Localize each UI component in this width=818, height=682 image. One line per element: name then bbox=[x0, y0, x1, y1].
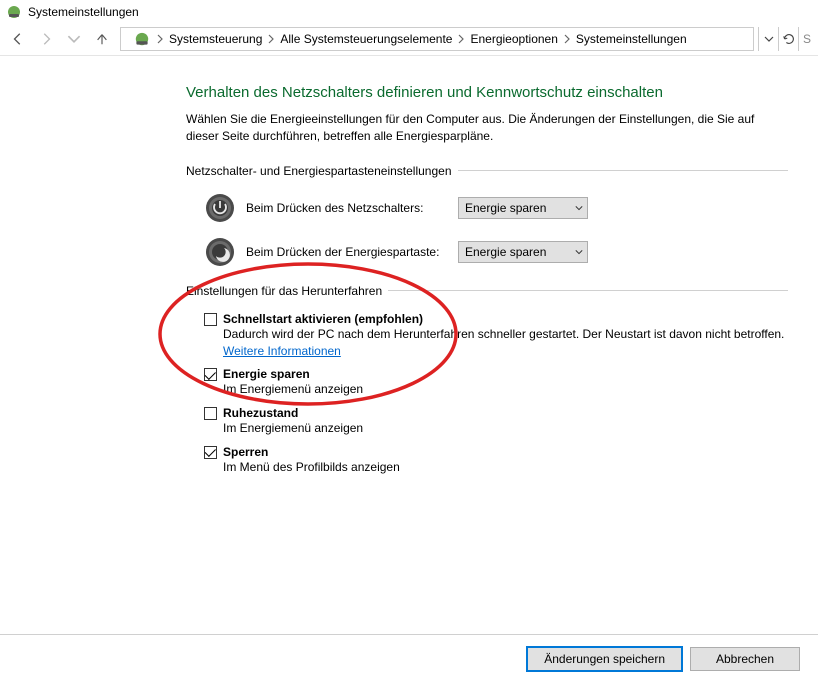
section-legend-label: Einstellungen für das Herunterfahren bbox=[186, 284, 382, 298]
chevron-down-icon bbox=[575, 204, 583, 212]
checkbox-description: Im Energiemenü anzeigen bbox=[223, 381, 788, 398]
checkbox-description: Dadurch wird der PC nach dem Herunterfah… bbox=[223, 326, 788, 360]
power-button-label: Beim Drücken des Netzschalters: bbox=[246, 201, 458, 215]
page-description: Wählen Sie die Energieeinstellungen für … bbox=[186, 111, 788, 146]
checkbox-label: Ruhezustand bbox=[223, 406, 298, 420]
chevron-down-icon bbox=[575, 248, 583, 256]
checkbox-description: Im Menü des Profilbilds anzeigen bbox=[223, 459, 788, 476]
sleep-item: Energie sparen Im Energiemenü anzeigen bbox=[204, 367, 788, 398]
chevron-right-icon bbox=[266, 34, 276, 44]
chevron-right-icon bbox=[456, 34, 466, 44]
hibernate-checkbox[interactable] bbox=[204, 407, 217, 420]
recent-dropdown-icon[interactable] bbox=[62, 27, 86, 51]
titlebar: Systemeinstellungen bbox=[0, 0, 818, 22]
breadcrumb-item[interactable]: Alle Systemsteuerungselemente bbox=[276, 32, 456, 46]
refresh-button[interactable] bbox=[778, 27, 798, 51]
power-button-icon bbox=[204, 192, 236, 224]
content-area: Verhalten des Netzschalters definieren u… bbox=[0, 56, 818, 476]
fast-startup-item: Schnellstart aktivieren (empfohlen) Dadu… bbox=[204, 312, 788, 360]
power-button-combo[interactable]: Energie sparen bbox=[458, 197, 588, 219]
chevron-right-icon bbox=[562, 34, 572, 44]
back-button[interactable] bbox=[6, 27, 30, 51]
address-dropdown-button[interactable] bbox=[758, 27, 778, 51]
fast-startup-checkbox[interactable] bbox=[204, 313, 217, 326]
navbar: Systemsteuerung Alle Systemsteuerungsele… bbox=[0, 22, 818, 56]
more-info-link[interactable]: Weitere Informationen bbox=[223, 344, 341, 358]
checkbox-label: Schnellstart aktivieren (empfohlen) bbox=[223, 312, 423, 326]
up-button[interactable] bbox=[90, 27, 114, 51]
breadcrumb[interactable]: Systemsteuerung Alle Systemsteuerungsele… bbox=[120, 27, 754, 51]
lock-item: Sperren Im Menü des Profilbilds anzeigen bbox=[204, 445, 788, 476]
save-button[interactable]: Änderungen speichern bbox=[527, 647, 682, 671]
sleep-button-row: Beim Drücken der Energiespartaste: Energ… bbox=[186, 236, 788, 268]
checkbox-label: Sperren bbox=[223, 445, 268, 459]
window-title: Systemeinstellungen bbox=[28, 5, 139, 19]
page-title: Verhalten des Netzschalters definieren u… bbox=[186, 84, 788, 101]
combo-value: Energie sparen bbox=[465, 201, 546, 215]
section-legend-label: Netzschalter- und Energiespartasteneinst… bbox=[186, 164, 452, 178]
lock-checkbox[interactable] bbox=[204, 446, 217, 459]
breadcrumb-item[interactable]: Systemeinstellungen bbox=[572, 32, 691, 46]
search-input[interactable]: S bbox=[798, 27, 814, 51]
sleep-button-label: Beim Drücken der Energiespartaste: bbox=[246, 245, 458, 259]
section-legend-power: Netzschalter- und Energiespartasteneinst… bbox=[186, 164, 788, 178]
sleep-button-icon bbox=[204, 236, 236, 268]
footer: Änderungen speichern Abbrechen bbox=[0, 634, 818, 682]
checkbox-description: Im Energiemenü anzeigen bbox=[223, 420, 788, 437]
cancel-button[interactable]: Abbrechen bbox=[690, 647, 800, 671]
power-button-row: Beim Drücken des Netzschalters: Energie … bbox=[186, 192, 788, 224]
combo-value: Energie sparen bbox=[465, 245, 546, 259]
hibernate-item: Ruhezustand Im Energiemenü anzeigen bbox=[204, 406, 788, 437]
checkbox-label: Energie sparen bbox=[223, 367, 310, 381]
forward-button[interactable] bbox=[34, 27, 58, 51]
sleep-button-combo[interactable]: Energie sparen bbox=[458, 241, 588, 263]
section-legend-shutdown: Einstellungen für das Herunterfahren bbox=[186, 284, 788, 298]
breadcrumb-item[interactable]: Systemsteuerung bbox=[165, 32, 266, 46]
breadcrumb-item[interactable]: Energieoptionen bbox=[466, 32, 561, 46]
chevron-right-icon bbox=[155, 34, 165, 44]
power-options-icon bbox=[6, 4, 22, 20]
power-options-icon bbox=[133, 30, 151, 48]
sleep-checkbox[interactable] bbox=[204, 368, 217, 381]
